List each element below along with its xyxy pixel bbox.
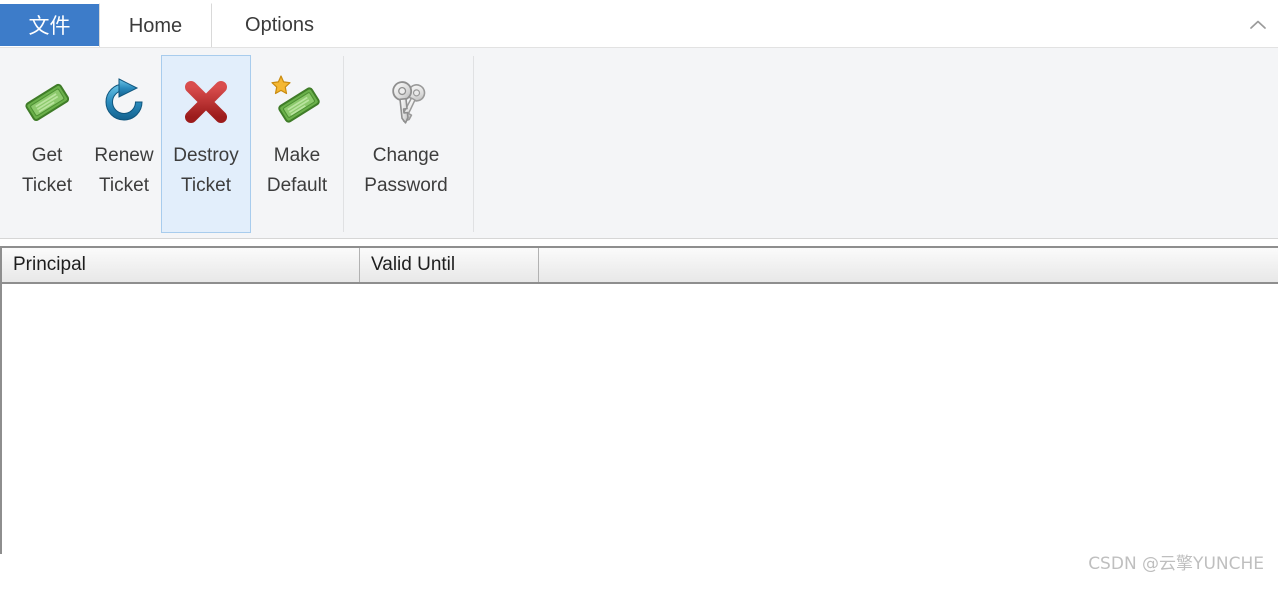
- red-x-icon: [175, 71, 237, 133]
- column-header-blank[interactable]: [539, 248, 1278, 282]
- column-header-valid-until-label: Valid Until: [371, 254, 456, 275]
- column-header-principal[interactable]: Principal: [2, 248, 360, 282]
- ribbon-group-separator: [343, 56, 344, 232]
- tickets-listview: Principal Valid Until: [0, 246, 1278, 554]
- ribbon-panel: Get Ticket Renew Ticket Destroy Ticket M…: [0, 47, 1278, 239]
- change-password-button[interactable]: Change Password: [355, 55, 457, 233]
- column-header-valid-until[interactable]: Valid Until: [360, 248, 539, 282]
- listview-header-row: Principal Valid Until: [2, 248, 1278, 284]
- make-default-label-line2: Default: [266, 175, 328, 196]
- ticket-star-icon: [266, 71, 328, 133]
- tab-options[interactable]: Options: [212, 3, 347, 48]
- make-default-button[interactable]: Make Default: [252, 55, 342, 233]
- watermark-text: CSDN @云擎YUNCHE: [1088, 554, 1264, 574]
- ribbon-group-separator-2: [473, 56, 474, 232]
- ribbon-tab-strip: 文件 Home Options: [0, 0, 1278, 48]
- chevron-up-icon[interactable]: [1246, 14, 1270, 36]
- tab-home-label: Home: [128, 14, 183, 37]
- change-password-label-line2: Password: [364, 175, 448, 196]
- get-ticket-label-line1: Get: [31, 145, 63, 166]
- renew-ticket-label-line1: Renew: [94, 145, 154, 166]
- green-ticket-icon: [16, 71, 78, 133]
- blue-refresh-icon: [93, 71, 155, 133]
- listview-body[interactable]: [2, 284, 1278, 554]
- get-ticket-button[interactable]: Get Ticket: [7, 55, 87, 233]
- get-ticket-label-line2: Ticket: [22, 175, 72, 196]
- change-password-label-line1: Change: [372, 145, 440, 166]
- renew-ticket-label-line2: Ticket: [99, 175, 149, 196]
- destroy-ticket-label-line1: Destroy: [173, 145, 239, 166]
- tab-file[interactable]: 文件: [0, 4, 99, 46]
- watermark: CSDN @云擎YUNCHE: [1088, 549, 1264, 574]
- renew-ticket-button[interactable]: Renew Ticket: [87, 55, 161, 233]
- destroy-ticket-button[interactable]: Destroy Ticket: [161, 55, 251, 233]
- tab-file-label: 文件: [28, 14, 71, 38]
- make-default-label-line1: Make: [273, 145, 321, 166]
- column-header-principal-label: Principal: [13, 254, 86, 275]
- destroy-ticket-label-line2: Ticket: [181, 175, 231, 196]
- gray-keys-icon: [375, 71, 437, 133]
- tab-home[interactable]: Home: [99, 3, 212, 48]
- tab-options-label: Options: [245, 14, 314, 36]
